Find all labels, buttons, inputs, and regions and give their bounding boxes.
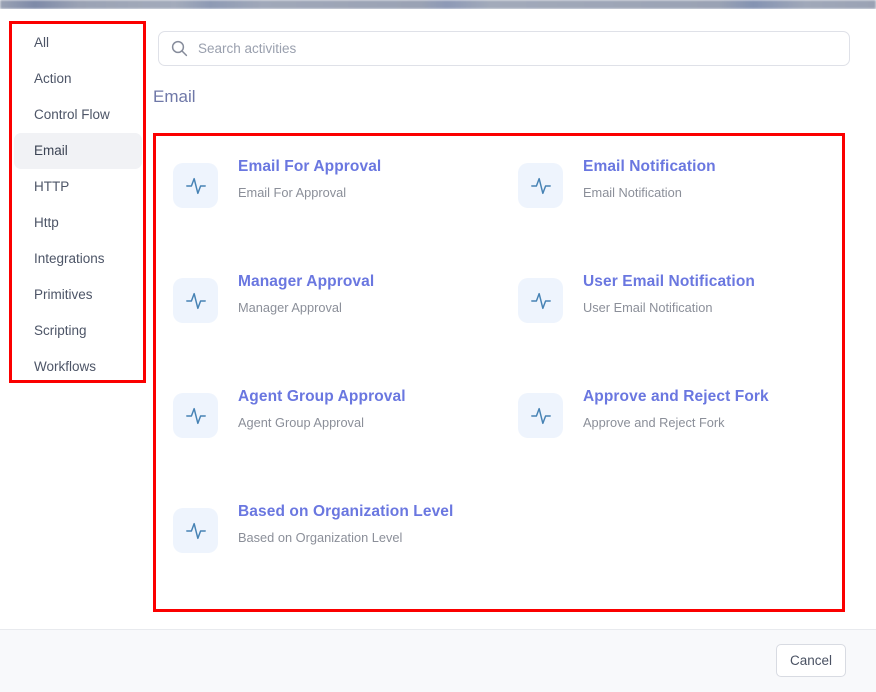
sidebar-item-email[interactable]: Email bbox=[14, 133, 142, 169]
sidebar-item-label: Integrations bbox=[34, 251, 105, 266]
activity-card[interactable]: Based on Organization Level Based on Orga… bbox=[156, 481, 501, 596]
sidebar-item-workflows[interactable]: Workflows bbox=[14, 349, 142, 385]
activity-card[interactable]: Email For Approval Email For Approval bbox=[156, 136, 501, 251]
activity-card-subtitle: User Email Notification bbox=[583, 300, 713, 316]
activity-card[interactable]: Manager Approval Manager Approval bbox=[156, 251, 501, 366]
sidebar-item-http[interactable]: Http bbox=[14, 205, 142, 241]
activity-card-text: Manager Approval Manager Approval bbox=[238, 268, 374, 317]
activity-pulse-icon bbox=[518, 278, 563, 323]
activity-card-subtitle: Email For Approval bbox=[238, 185, 347, 201]
activity-card-title[interactable]: Manager Approval bbox=[238, 269, 374, 294]
activity-pulse-icon bbox=[173, 508, 218, 553]
sidebar-item-label: Primitives bbox=[34, 287, 93, 302]
activity-card-text: User Email Notification User Email Notifi… bbox=[583, 268, 755, 317]
blurred-page-backdrop bbox=[0, 0, 876, 9]
modal-body: All Action Control Flow Email HTTP Http Integr… bbox=[0, 9, 876, 629]
sidebar-item-all[interactable]: All bbox=[14, 25, 142, 61]
activity-card-text: Agent Group Approval Agent Group Approval bbox=[238, 383, 406, 432]
search-input[interactable] bbox=[198, 32, 849, 65]
activity-card-title[interactable]: Agent Group Approval bbox=[238, 384, 406, 409]
category-sidebar: All Action Control Flow Email HTTP Http Integr… bbox=[14, 25, 142, 385]
activity-card-title[interactable]: Based on Organization Level bbox=[238, 499, 453, 524]
activity-card-grid: Email For Approval Email For Approval Emai… bbox=[156, 136, 846, 596]
activity-pulse-icon bbox=[173, 163, 218, 208]
activity-card[interactable]: Agent Group Approval Agent Group Approval bbox=[156, 366, 501, 481]
activity-pulse-icon bbox=[173, 393, 218, 438]
sidebar-item-integrations[interactable]: Integrations bbox=[14, 241, 142, 277]
activity-card-subtitle: Manager Approval bbox=[238, 300, 342, 316]
activity-card-text: Approve and Reject Fork Approve and Rejec… bbox=[583, 383, 769, 432]
modal-footer: Cancel bbox=[0, 629, 876, 692]
page-title: Email bbox=[153, 87, 196, 106]
sidebar-item-scripting[interactable]: Scripting bbox=[14, 313, 142, 349]
sidebar-item-label: HTTP bbox=[34, 179, 70, 194]
activity-card-text: Email For Approval Email For Approval bbox=[238, 153, 381, 202]
sidebar-item-primitives[interactable]: Primitives bbox=[14, 277, 142, 313]
activity-card[interactable]: Approve and Reject Fork Approve and Rejec… bbox=[501, 366, 846, 481]
sidebar-item-control-flow[interactable]: Control Flow bbox=[14, 97, 142, 133]
search-icon bbox=[171, 40, 188, 57]
sidebar-item-label: Http bbox=[34, 215, 59, 230]
sidebar-item-label: All bbox=[34, 35, 50, 50]
activity-card-subtitle: Approve and Reject Fork bbox=[583, 415, 725, 431]
sidebar-item-label: Email bbox=[34, 143, 68, 158]
sidebar-item-action[interactable]: Action bbox=[14, 61, 142, 97]
activity-card[interactable]: Email Notification Email Notification bbox=[501, 136, 846, 251]
activity-card-title[interactable]: Approve and Reject Fork bbox=[583, 384, 769, 409]
activity-card[interactable]: User Email Notification User Email Notifi… bbox=[501, 251, 846, 366]
sidebar-item-label: Workflows bbox=[34, 359, 97, 374]
activity-card-subtitle: Agent Group Approval bbox=[238, 415, 364, 431]
activity-card-subtitle: Based on Organization Level bbox=[238, 530, 403, 546]
sidebar-item-label: Scripting bbox=[34, 323, 87, 338]
activity-card-title[interactable]: Email For Approval bbox=[238, 154, 381, 179]
activity-card-subtitle: Email Notification bbox=[583, 185, 682, 201]
activity-pulse-icon bbox=[518, 393, 563, 438]
sidebar-item-http[interactable]: HTTP bbox=[14, 169, 142, 205]
sidebar-item-label: Action bbox=[34, 71, 72, 86]
activity-card-text: Based on Organization Level Based on Orga… bbox=[238, 498, 453, 547]
cancel-button[interactable]: Cancel bbox=[776, 644, 846, 677]
activity-pulse-icon bbox=[173, 278, 218, 323]
sidebar-item-label: Control Flow bbox=[34, 107, 110, 122]
activity-card-title[interactable]: Email Notification bbox=[583, 154, 716, 179]
activity-pulse-icon bbox=[518, 163, 563, 208]
search-box[interactable] bbox=[158, 31, 850, 66]
activity-picker-modal: All Action Control Flow Email HTTP Http Integr… bbox=[0, 9, 876, 692]
activity-card-title[interactable]: User Email Notification bbox=[583, 269, 755, 294]
activity-card-text: Email Notification Email Notification bbox=[583, 153, 716, 202]
